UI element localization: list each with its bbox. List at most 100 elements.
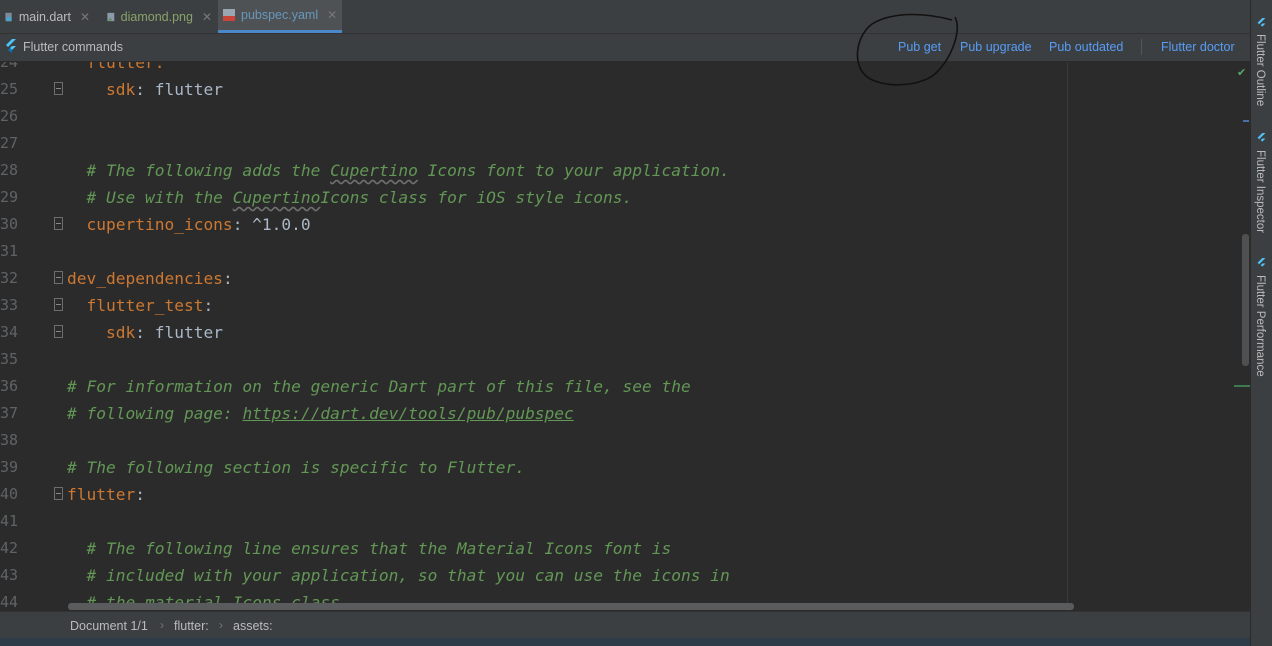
line-number: 42 <box>0 539 19 557</box>
code-line[interactable]: 30 cupertino_icons: ^1.0.0 <box>0 211 1240 238</box>
flutter-inspector-tool[interactable]: Flutter Inspector <box>1254 150 1266 233</box>
code-line[interactable]: 42 # The following line ensures that the… <box>0 535 1240 562</box>
fold-marker-icon[interactable] <box>54 217 63 230</box>
fold-marker-icon[interactable] <box>54 271 63 284</box>
code-text: # The following adds the Cupertino Icons… <box>67 157 729 184</box>
pub-get-link[interactable]: Pub get <box>898 40 941 54</box>
code-text: cupertino_icons: ^1.0.0 <box>67 211 311 238</box>
code-line[interactable]: 34 sdk: flutter <box>0 319 1240 346</box>
right-tool-window-bar: Flutter Outline Flutter Inspector Flutte… <box>1250 0 1272 646</box>
code-token: Cupertino <box>232 188 321 207</box>
line-number: 34 <box>0 323 19 341</box>
flutter-commands-title: Flutter commands <box>23 40 124 54</box>
line-number: 37 <box>0 404 19 422</box>
line-number: 35 <box>0 350 19 368</box>
code-token: https://dart.dev/tools/pub/pubspec <box>242 404 574 423</box>
code-line[interactable]: 39 # The following section is specific to… <box>0 454 1240 481</box>
line-number: 30 <box>0 215 19 233</box>
code-token: flutter: <box>67 62 165 72</box>
code-text: flutter_test: <box>67 292 213 319</box>
chevron-right-icon: › <box>219 618 223 632</box>
tab-main-dart[interactable]: main.dart ✕ <box>0 0 94 33</box>
code-line[interactable]: 27 <box>0 130 1240 157</box>
dart-file-icon <box>5 12 12 21</box>
line-number: 26 <box>0 107 19 125</box>
code-token: dev_dependencies <box>67 269 223 288</box>
tab-diamond-png[interactable]: diamond.png ✕ <box>102 0 216 33</box>
line-number: 36 <box>0 377 19 395</box>
close-icon[interactable]: ✕ <box>327 8 337 22</box>
line-number: 25 <box>0 80 19 98</box>
flutter-doctor-link[interactable]: Flutter doctor <box>1161 40 1235 54</box>
code-token: : <box>222 269 233 288</box>
fold-marker-icon[interactable] <box>54 487 63 500</box>
code-text: # The following section is specific to F… <box>67 454 525 481</box>
code-token: # included with your application, so tha… <box>67 566 730 585</box>
code-line[interactable]: 29 # Use with the CupertinoIcons class f… <box>0 184 1240 211</box>
code-token: # following page: <box>67 404 243 423</box>
tab-label: diamond.png <box>120 9 193 24</box>
code-token: cupertino_icons <box>67 215 233 234</box>
code-line[interactable]: 32 dev_dependencies: <box>0 265 1240 292</box>
breadcrumb-flutter[interactable]: flutter: <box>174 619 209 633</box>
line-number: 28 <box>0 161 19 179</box>
tab-pubspec-yaml[interactable]: pubspec.yaml ✕ <box>218 0 342 33</box>
fold-marker-icon[interactable] <box>54 82 63 95</box>
code-text: # The following line ensures that the Ma… <box>67 535 671 562</box>
code-line[interactable]: 43 # included with your application, so … <box>0 562 1240 589</box>
code-token: : <box>203 296 214 315</box>
code-token: # The following adds the <box>67 161 331 180</box>
code-editor[interactable]: 24 flutter: 25 sdk: flutter 26 27 28 # The f… <box>0 62 1250 611</box>
inspection-ok-icon[interactable]: ✔ <box>1237 66 1246 79</box>
code-line[interactable]: 40 flutter: <box>0 481 1240 508</box>
code-text: # Use with the CupertinoIcons class for … <box>67 184 632 211</box>
code-token: flutter <box>67 485 136 504</box>
code-line[interactable]: 36 # For information on the generic Dart … <box>0 373 1240 400</box>
flutter-performance-tool[interactable]: Flutter Performance <box>1254 275 1266 377</box>
error-stripe-marker <box>1234 385 1250 387</box>
code-token: : flutter <box>135 323 223 342</box>
close-icon[interactable]: ✕ <box>202 10 212 24</box>
code-text: dev_dependencies: <box>67 265 233 292</box>
line-number: 33 <box>0 296 19 314</box>
vertical-scrollbar[interactable] <box>1242 234 1249 366</box>
status-strip <box>0 638 1272 646</box>
code-token: : ^1.0.0 <box>232 215 311 234</box>
code-line[interactable]: 28 # The following adds the Cupertino Ic… <box>0 157 1240 184</box>
code-line[interactable]: 38 <box>0 427 1240 454</box>
flutter-outline-tool[interactable]: Flutter Outline <box>1254 34 1266 106</box>
code-line[interactable]: 24 flutter: <box>0 62 1240 76</box>
code-line[interactable]: 31 <box>0 238 1240 265</box>
horizontal-scrollbar[interactable] <box>68 603 1074 610</box>
line-number: 24 <box>0 62 19 71</box>
flutter-commands-bar: Flutter commands Pub get Pub upgrade Pub… <box>0 34 1250 62</box>
line-number: 43 <box>0 566 19 584</box>
line-number: 31 <box>0 242 19 260</box>
code-line[interactable]: 26 <box>0 103 1240 130</box>
code-token: # For information on the generic Dart pa… <box>67 377 691 396</box>
code-token: sdk <box>67 323 136 342</box>
error-stripe-marker <box>1243 120 1249 122</box>
line-number: 32 <box>0 269 19 287</box>
pub-outdated-link[interactable]: Pub outdated <box>1049 40 1123 54</box>
code-line[interactable]: 35 <box>0 346 1240 373</box>
line-number: 27 <box>0 134 19 152</box>
editor-tab-bar: main.dart ✕ diamond.png ✕ pubspec.yaml ✕ <box>0 0 1250 34</box>
code-text: sdk: flutter <box>67 76 223 103</box>
breadcrumb-assets[interactable]: assets: <box>233 619 273 633</box>
flutter-logo-icon <box>1257 133 1266 142</box>
tab-label: pubspec.yaml <box>241 8 319 22</box>
yaml-file-icon <box>223 9 235 21</box>
fold-marker-icon[interactable] <box>54 298 63 311</box>
code-line[interactable]: 33 flutter_test: <box>0 292 1240 319</box>
fold-marker-icon[interactable] <box>54 325 63 338</box>
code-line[interactable]: 41 <box>0 508 1240 535</box>
tab-label: main.dart <box>18 9 71 24</box>
flutter-logo-icon <box>1257 18 1266 27</box>
pub-upgrade-link[interactable]: Pub upgrade <box>960 40 1032 54</box>
code-line[interactable]: 37 # following page: https://dart.dev/too… <box>0 400 1240 427</box>
code-token: sdk <box>67 80 136 99</box>
code-line[interactable]: 25 sdk: flutter <box>0 76 1240 103</box>
close-icon[interactable]: ✕ <box>80 10 90 24</box>
breadcrumb-document[interactable]: Document 1/1 <box>70 619 148 633</box>
